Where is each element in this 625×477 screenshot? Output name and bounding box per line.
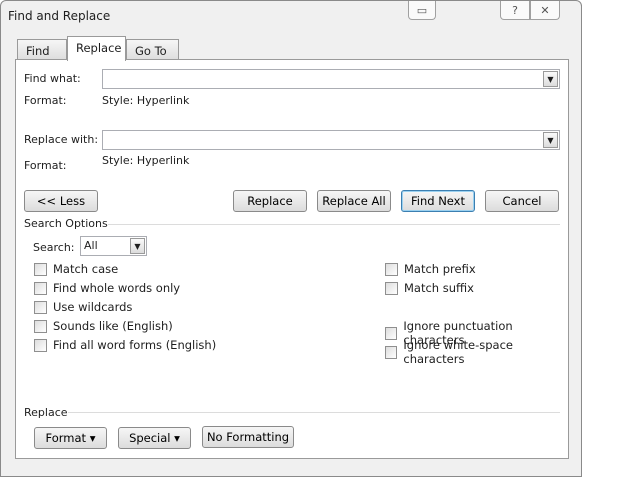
checkbox-label: Ignore white-space characters — [403, 338, 513, 366]
tab-goto[interactable]: Go To — [126, 39, 179, 61]
checkbox-box[interactable] — [385, 281, 398, 295]
sounds-like-checkbox[interactable]: Sounds like (English) — [34, 319, 173, 333]
replace-panel: Find what: ▼ Format: Style: Hyperlink Re… — [15, 59, 569, 459]
replace-button[interactable]: Replace — [233, 190, 307, 212]
chevron-down-icon[interactable]: ▼ — [543, 71, 558, 87]
checkbox-box[interactable] — [34, 338, 47, 352]
whole-words-checkbox[interactable]: Find whole words only — [34, 281, 180, 295]
chevron-down-icon[interactable]: ▼ — [543, 132, 558, 148]
window-icon[interactable]: ▭ — [408, 1, 436, 20]
checkbox-label: Match prefix — [404, 262, 476, 276]
replace-section-heading: Replace — [24, 406, 68, 419]
checkbox-box[interactable] — [34, 319, 47, 333]
find-next-button[interactable]: Find Next — [401, 190, 475, 212]
wildcards-checkbox[interactable]: Use wildcards — [34, 300, 132, 314]
match-case-checkbox[interactable]: Match case — [34, 262, 118, 276]
match-prefix-checkbox[interactable]: Match prefix — [385, 262, 476, 276]
less-button[interactable]: << Less — [24, 190, 98, 212]
checkbox-label: Sounds like (English) — [53, 319, 173, 333]
replace-format-label: Format: — [24, 159, 67, 172]
checkbox-label: Match case — [53, 262, 119, 276]
tab-replace[interactable]: Replace — [67, 36, 126, 61]
search-direction-value: All — [84, 239, 98, 252]
find-replace-dialog: Find and Replace ▭ ? ✕ Find Replace Go T… — [0, 0, 582, 477]
checkbox-label: Use wildcards — [53, 300, 133, 314]
checkbox-box[interactable] — [34, 262, 47, 276]
special-button[interactable]: Special ▾ — [118, 427, 191, 449]
divider — [68, 412, 560, 413]
cancel-button[interactable]: Cancel — [485, 190, 559, 212]
replace-with-input[interactable]: ▼ — [102, 130, 560, 150]
checkbox-box[interactable] — [385, 262, 398, 276]
checkbox-label: Find all word forms (English) — [53, 338, 217, 352]
search-direction-select[interactable]: All ▼ — [80, 236, 147, 256]
checkbox-label: Match suffix — [404, 281, 474, 295]
checkbox-box[interactable] — [385, 345, 398, 359]
find-what-input[interactable]: ▼ — [102, 69, 560, 89]
replace-format-value: Style: Hyperlink — [102, 154, 190, 167]
close-button[interactable]: ✕ — [530, 1, 560, 20]
match-suffix-checkbox[interactable]: Match suffix — [385, 281, 474, 295]
divider — [108, 224, 560, 225]
chevron-down-icon[interactable]: ▼ — [130, 238, 145, 254]
checkbox-box[interactable] — [34, 281, 47, 295]
replace-all-button[interactable]: Replace All — [317, 190, 391, 212]
checkbox-label: Find whole words only — [53, 281, 181, 295]
dialog-title: Find and Replace — [8, 9, 111, 23]
checkbox-box[interactable] — [34, 300, 47, 314]
word-forms-checkbox[interactable]: Find all word forms (English) — [34, 338, 216, 352]
format-button[interactable]: Format ▾ — [34, 427, 107, 449]
replace-with-label: Replace with: — [24, 133, 99, 146]
find-what-label: Find what: — [24, 72, 81, 85]
ignore-whitespace-checkbox[interactable]: Ignore white-space characters — [385, 338, 568, 366]
no-formatting-button[interactable]: No Formatting — [202, 426, 294, 448]
find-format-value: Style: Hyperlink — [102, 94, 190, 107]
tab-find[interactable]: Find — [17, 39, 67, 61]
find-format-label: Format: — [24, 94, 67, 107]
search-options-heading: Search Options — [24, 217, 108, 230]
help-button[interactable]: ? — [500, 1, 530, 20]
search-label: Search: — [33, 241, 75, 254]
